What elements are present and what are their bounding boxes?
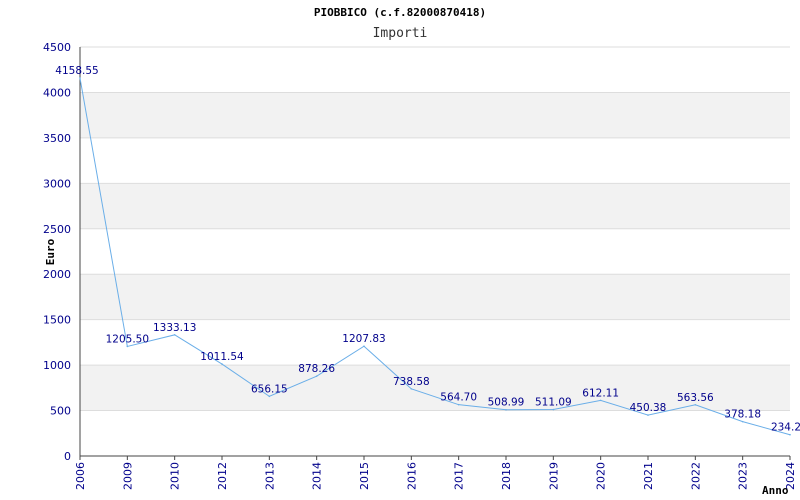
x-tick-label: 2013 bbox=[263, 462, 276, 490]
data-point bbox=[363, 345, 365, 348]
data-label: 1205.50 bbox=[106, 333, 149, 345]
data-label: 511.09 bbox=[535, 397, 572, 409]
chart-title: PIOBBICO (c.f.82000870418) bbox=[314, 6, 486, 19]
y-tick-label: 1000 bbox=[43, 359, 71, 372]
data-point bbox=[505, 408, 507, 411]
data-point bbox=[315, 375, 318, 377]
data-point bbox=[789, 433, 791, 436]
grid-band bbox=[80, 274, 790, 320]
data-point bbox=[268, 395, 271, 398]
x-tick-label: 2018 bbox=[500, 462, 513, 490]
data-point bbox=[694, 403, 697, 406]
x-tick-label: 2016 bbox=[405, 462, 418, 490]
grid-band bbox=[80, 92, 790, 138]
data-point bbox=[221, 363, 223, 365]
x-tick-label: 2021 bbox=[642, 462, 655, 490]
data-point bbox=[79, 77, 81, 79]
y-tick-label: 500 bbox=[50, 405, 71, 418]
grid-band bbox=[80, 183, 790, 229]
x-tick-label: 2023 bbox=[737, 462, 750, 490]
data-label: 234.2 bbox=[771, 422, 800, 434]
x-tick-label: 2019 bbox=[547, 462, 560, 490]
x-axis-label: Anno bbox=[762, 484, 789, 497]
x-tick-label: 2022 bbox=[689, 462, 702, 490]
y-tick-label: 2000 bbox=[43, 268, 71, 281]
data-point bbox=[599, 399, 602, 402]
y-tick-label: 0 bbox=[64, 450, 71, 463]
data-label: 612.11 bbox=[582, 387, 619, 399]
data-point bbox=[126, 345, 129, 348]
y-tick-label: 2500 bbox=[43, 223, 71, 236]
y-axis-label: Euro bbox=[44, 238, 57, 265]
x-tick-label: 2017 bbox=[453, 462, 466, 490]
data-point bbox=[457, 403, 460, 406]
data-point bbox=[647, 414, 649, 416]
data-label: 378.18 bbox=[724, 409, 761, 421]
data-label: 656.15 bbox=[251, 383, 288, 395]
data-point bbox=[410, 388, 413, 390]
x-tick-label: 2010 bbox=[169, 462, 182, 490]
data-label: 1207.83 bbox=[342, 333, 385, 345]
data-point bbox=[173, 334, 176, 336]
data-label: 878.26 bbox=[298, 363, 335, 375]
y-tick-label: 3500 bbox=[43, 132, 71, 145]
x-tick-label: 2012 bbox=[216, 462, 229, 490]
y-tick-label: 1500 bbox=[43, 314, 71, 327]
x-tick-labels: 2006 2009 2010 2012 2013 2014 2015 2016 2017 2018… bbox=[74, 462, 797, 490]
data-label: 508.99 bbox=[488, 397, 525, 409]
data-label: 450.38 bbox=[630, 402, 667, 414]
chart-subtitle: Importi bbox=[373, 26, 428, 41]
data-label: 1333.13 bbox=[153, 322, 196, 334]
data-point bbox=[741, 420, 744, 423]
y-tick-label: 4500 bbox=[43, 41, 71, 54]
x-tick-label: 2014 bbox=[311, 462, 324, 490]
data-label: 738.58 bbox=[393, 376, 430, 388]
chart-container: 0 500 1000 1500 2000 2500 3000 3500 4000 4500 200… bbox=[0, 0, 800, 500]
data-label: 563.56 bbox=[677, 392, 714, 404]
data-label: 1011.54 bbox=[200, 351, 244, 363]
x-tick-label: 2009 bbox=[121, 462, 134, 490]
x-tick-label: 2006 bbox=[74, 462, 87, 490]
x-tick-label: 2020 bbox=[595, 462, 608, 490]
y-tick-label: 3000 bbox=[43, 177, 71, 190]
y-tick-label: 4000 bbox=[43, 86, 71, 99]
data-point bbox=[552, 408, 555, 411]
data-label: 564.70 bbox=[440, 392, 477, 404]
plot-bands bbox=[80, 92, 790, 411]
x-tick-label: 2015 bbox=[358, 462, 371, 490]
data-label: 4158.55 bbox=[55, 65, 98, 77]
line-chart: 0 500 1000 1500 2000 2500 3000 3500 4000 4500 200… bbox=[43, 6, 800, 497]
